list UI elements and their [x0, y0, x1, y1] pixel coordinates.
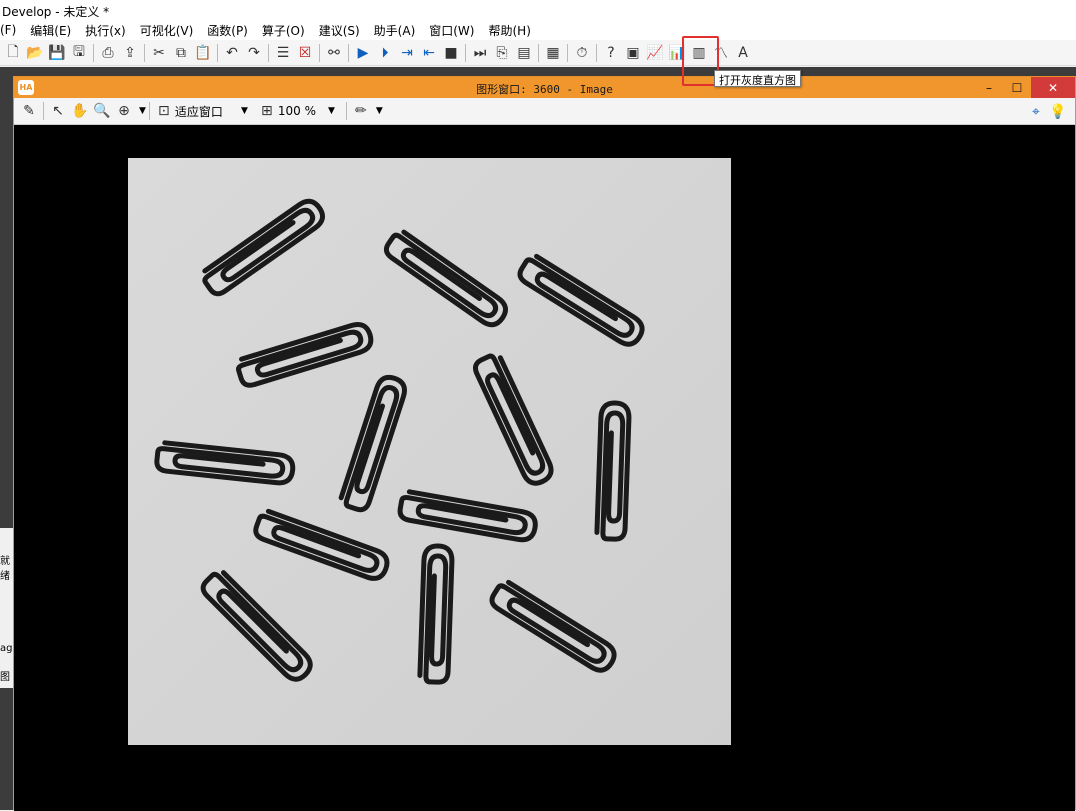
step-over-icon[interactable]: ⏵ [374, 42, 396, 64]
undo-icon[interactable]: ↶ [221, 42, 243, 64]
left-strip-text: 图 [0, 672, 10, 683]
left-strip-text: ag [0, 643, 13, 654]
zoom-percent-select[interactable]: ⊞ 100 % ▼ [256, 100, 335, 122]
chevron-down-icon: ▼ [240, 106, 248, 116]
magnifier-icon[interactable]: 🔍 [91, 100, 113, 122]
stop-icon[interactable]: ■ [440, 42, 462, 64]
toolbar-separator [93, 43, 94, 62]
program-listing-icon[interactable]: ▤ [513, 42, 535, 64]
close-icon[interactable]: ✕ [1031, 77, 1075, 98]
minimize-icon[interactable]: – [975, 77, 1003, 98]
open-file-icon[interactable]: 📂 [24, 42, 46, 64]
image-canvas[interactable] [14, 125, 1075, 811]
toolbar-separator [345, 102, 347, 120]
main-toolbar: 🗋 📂 💾 🖫 ⎙ ⇪ ✂ ⧉ 📋 ↶ ↷ ☰ ☒ ⚯ ▶ ⏵ ⇥ ⇤ ■ ⏭ … [0, 40, 1076, 66]
chevron-down-icon[interactable]: ▼ [139, 106, 146, 116]
copy-icon[interactable]: ⧉ [170, 42, 192, 64]
help-icon[interactable]: ? [600, 42, 622, 64]
menu-operators[interactable]: 算子(O) [262, 22, 305, 39]
step-into-icon[interactable]: ⇥ [396, 42, 418, 64]
zoom-percent-label: 100 % [277, 104, 316, 118]
profiler-icon[interactable]: ▦ [542, 42, 564, 64]
timer-icon[interactable]: ⏱ [571, 42, 593, 64]
cut-icon[interactable]: ✂ [148, 42, 170, 64]
menu-suggestions[interactable]: 建议(S) [319, 22, 360, 39]
app-title: Develop - 未定义 * [2, 5, 110, 19]
toolbar-separator [348, 43, 349, 62]
graphics-right-tools: ⌖ 💡 [1025, 101, 1069, 123]
toolbar-separator [538, 43, 539, 62]
export-icon[interactable]: ⇪ [119, 42, 141, 64]
zoom-fit-select[interactable]: ⊡ 适应窗口 ▼ [153, 100, 248, 122]
chevron-down-icon[interactable]: ▼ [376, 106, 383, 116]
menu-window[interactable]: 窗口(W) [429, 22, 474, 39]
paste-icon[interactable]: 📋 [192, 42, 214, 64]
left-strip-text: 就绪 [0, 556, 10, 582]
fit-window-icon: ⊡ [158, 103, 170, 119]
redo-icon[interactable]: ↷ [243, 42, 265, 64]
reset-program-icon[interactable]: ⏭ [469, 42, 491, 64]
graphics-window-toolbar: ✎ ↖ ✋ 🔍 ⊕ ▼ ⊡ 适应窗口 ▼ ⊞ 100 % ▼ ✏ ▼ ⌖ 💡 [14, 98, 1075, 125]
toolbar-separator [465, 43, 466, 62]
toolbar-separator [144, 43, 145, 62]
image-acquisition-icon[interactable]: ▣ [622, 42, 644, 64]
find-icon[interactable]: ⚯ [323, 42, 345, 64]
chevron-down-icon: ▼ [327, 106, 335, 116]
paperclips-image [128, 158, 731, 745]
graphics-window: HA 图形窗口: 3600 - Image – ☐ ✕ ✎ ↖ ✋ 🔍 ⊕ ▼ … [13, 76, 1076, 811]
toolbar-separator [43, 102, 44, 120]
toolbar-separator [217, 43, 218, 62]
menu-assistants[interactable]: 助手(A) [374, 22, 416, 39]
graphics-window-title: 图形窗口: 3600 - Image [476, 83, 613, 96]
edit-graphics-icon[interactable]: ✎ [18, 100, 40, 122]
pixel-info-icon[interactable]: ⌖ [1025, 101, 1047, 123]
reset-variables-icon[interactable]: ⎘ [491, 42, 513, 64]
zoom-fit-label: 适应窗口 [174, 104, 223, 119]
delete-operator-icon[interactable]: ☒ [294, 42, 316, 64]
light-bulb-icon[interactable]: 💡 [1047, 101, 1069, 123]
save-icon[interactable]: 💾 [46, 42, 68, 64]
menu-help[interactable]: 帮助(H) [488, 22, 530, 39]
menu-execute[interactable]: 执行(x) [85, 22, 125, 39]
run-icon[interactable]: ▶ [352, 42, 374, 64]
toolbar-separator [268, 43, 269, 62]
toolbar-separator [567, 43, 568, 62]
menu-bar: (F) 编辑(E) 执行(x) 可视化(V) 函数(P) 算子(O) 建议(S)… [0, 20, 1076, 40]
zoom-icon[interactable]: ⊕ [113, 100, 135, 122]
pointer-icon[interactable]: ↖ [47, 100, 69, 122]
ocr-assistant-icon[interactable]: A [732, 42, 754, 64]
toolbar-separator [596, 43, 597, 62]
menu-visualize[interactable]: 可视化(V) [140, 22, 194, 39]
menu-functions[interactable]: 函数(P) [207, 22, 248, 39]
color-draw-icon[interactable]: ✏ [350, 100, 372, 122]
gray-histogram-icon[interactable]: 📈 [644, 42, 666, 64]
step-out-icon[interactable]: ⇤ [418, 42, 440, 64]
paperclips-illustration [128, 158, 731, 745]
toolbar-separator [319, 43, 320, 62]
save-all-icon[interactable]: 🖫 [68, 42, 90, 64]
insert-operator-icon[interactable]: ☰ [272, 42, 294, 64]
app-title-bar: Develop - 未定义 * [0, 0, 1076, 20]
new-file-icon[interactable]: 🗋 [2, 42, 24, 64]
toolbar-separator [148, 102, 150, 120]
histogram-tooltip: 打开灰度直方图 [714, 70, 801, 87]
menu-edit[interactable]: 编辑(E) [30, 22, 71, 39]
left-docked-panel: 就绪 ag 图 [0, 528, 13, 688]
maximize-icon[interactable]: ☐ [1003, 77, 1031, 98]
window-controls: – ☐ ✕ [975, 77, 1075, 98]
menu-file[interactable]: (F) [0, 23, 16, 37]
graphics-window-title-bar[interactable]: HA 图形窗口: 3600 - Image – ☐ ✕ [14, 77, 1075, 98]
print-icon[interactable]: ⎙ [97, 42, 119, 64]
pan-hand-icon[interactable]: ✋ [69, 100, 91, 122]
zoom-level-icon: ⊞ [260, 103, 273, 119]
